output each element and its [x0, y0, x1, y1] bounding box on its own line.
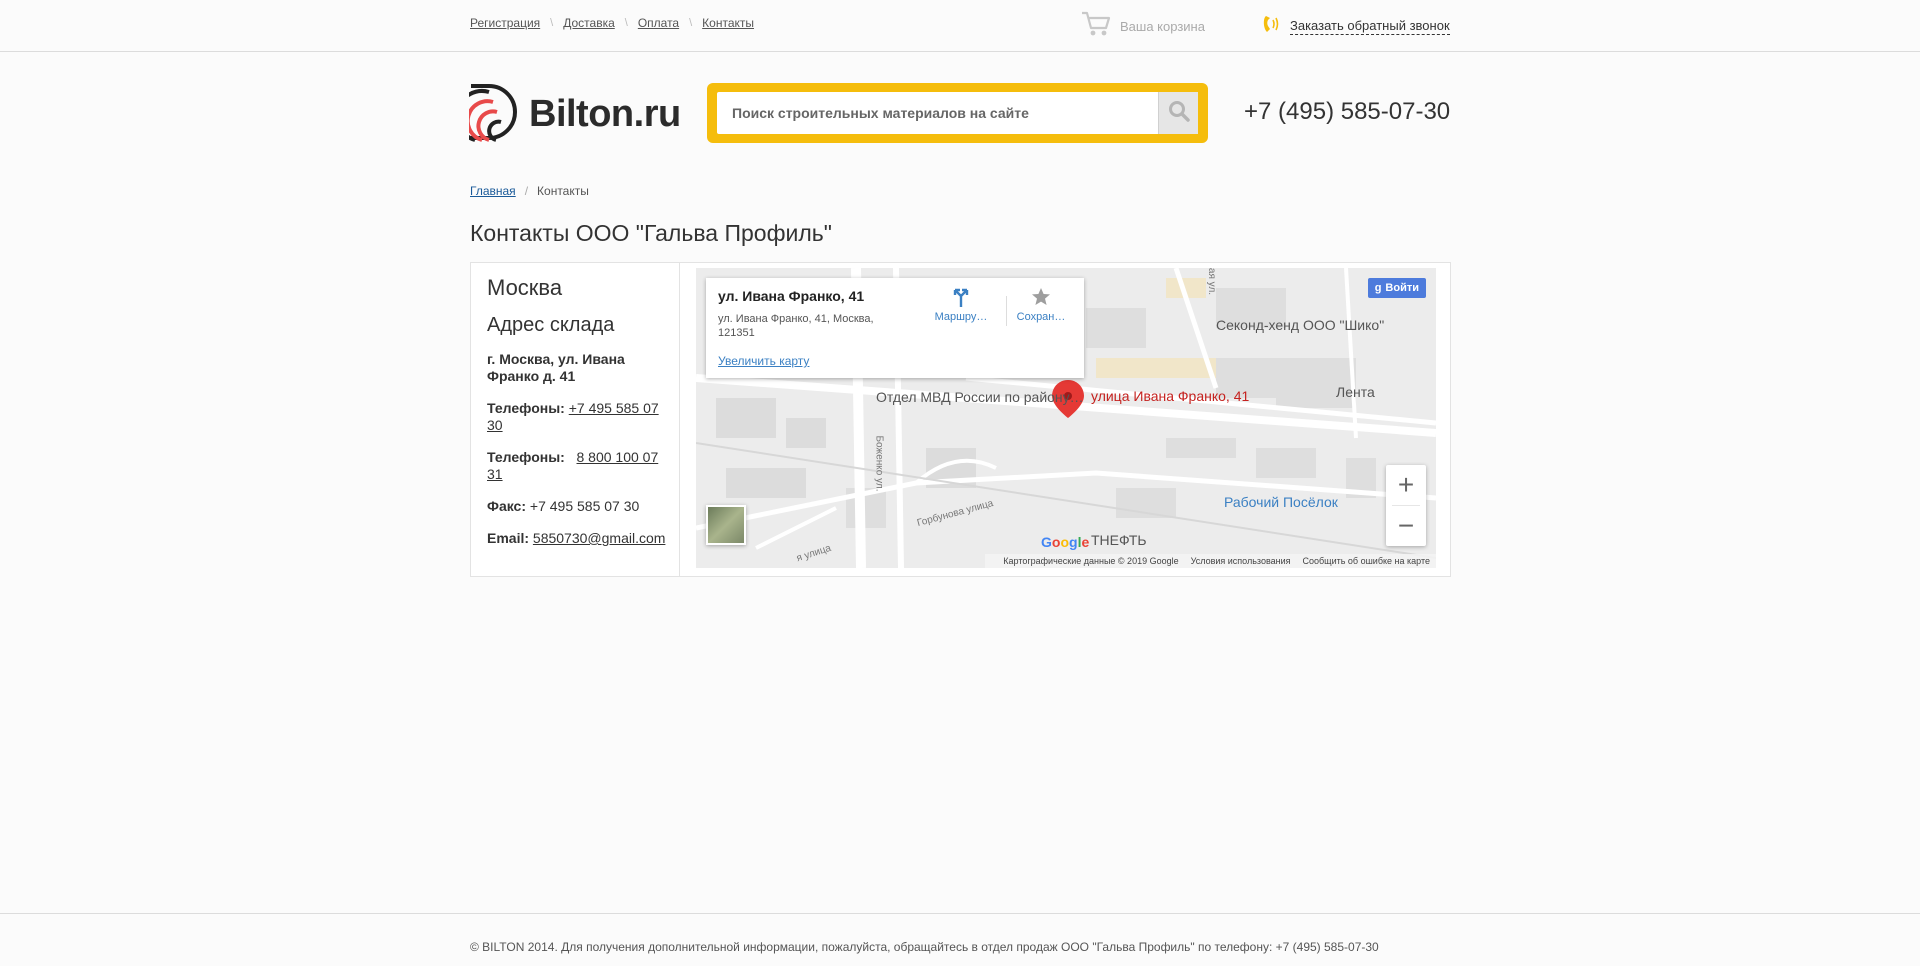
- city-heading: Москва: [487, 275, 563, 300]
- warehouse-address: г. Москва, ул. Ивана Франко д. 41: [487, 351, 625, 384]
- map-poi-lenta: Лента: [1336, 384, 1375, 400]
- fax-label: Факс:: [487, 498, 527, 514]
- map-save-label: Сохран…: [1016, 311, 1066, 323]
- map-marker-label: улица Ивана Франко, 41: [1091, 388, 1250, 404]
- directions-icon: [951, 288, 971, 311]
- cart-icon: [1080, 10, 1112, 43]
- google-g-icon: g: [1374, 282, 1382, 294]
- map-poi-station: Рабочий Посёлок: [1224, 494, 1338, 510]
- google-logo: Google: [1041, 534, 1090, 550]
- zoom-out-button[interactable]: −: [1386, 506, 1426, 546]
- email-row: Email: 5850730@gmail.com: [487, 530, 672, 547]
- phone-label: Телефоны:: [487, 449, 565, 465]
- nav-separator: \: [689, 17, 693, 29]
- map-route-label: Маршру…: [934, 311, 988, 323]
- map-card-address: ул. Ивана Франко, 41, Москва, 121351: [718, 313, 874, 339]
- logo-text: Bilton.ru: [529, 93, 681, 135]
- search-field-container: [717, 92, 1198, 134]
- contacts-panel: Москва Адрес склада г. Москва, ул. Ивана…: [470, 262, 1451, 577]
- map-save-button[interactable]: Сохран…: [1011, 286, 1071, 323]
- phone-label: Телефоны:: [487, 400, 565, 416]
- top-nav: Регистрация \ Доставка \ Оплата \ Контак…: [470, 16, 754, 30]
- callback-link[interactable]: Заказать обратный звонок: [1262, 14, 1450, 39]
- map-poi-mvd: Отдел МВД России по району…: [876, 389, 1084, 405]
- warehouse-heading: Адрес склада: [487, 314, 615, 336]
- phone-row-1: Телефоны: +7 495 585 07 30: [487, 400, 672, 434]
- star-icon: [1031, 288, 1051, 311]
- logo-icon: [455, 82, 521, 147]
- footer-text: © BILTON 2014. Для получения дополнитель…: [470, 940, 1379, 954]
- page-title: Контакты ООО "Гальва Профиль": [470, 220, 832, 246]
- contacts-info: Москва Адрес склада г. Москва, ул. Ивана…: [471, 263, 680, 576]
- search-icon: [1168, 100, 1190, 127]
- nav-link-contacts[interactable]: Контакты: [702, 16, 754, 30]
- cart-link[interactable]: Ваша корзина: [1080, 10, 1205, 43]
- cart-label: Ваша корзина: [1120, 19, 1205, 34]
- nav-link-delivery[interactable]: Доставка: [563, 16, 615, 30]
- map-report-link[interactable]: Сообщить об ошибке на карте: [1303, 556, 1430, 566]
- map-poi-theft: ТНЕФТЬ: [1091, 532, 1147, 548]
- fax-row: Факс: +7 495 585 07 30: [487, 498, 672, 515]
- callback-label: Заказать обратный звонок: [1290, 18, 1450, 35]
- fax-value: +7 495 585 07 30: [529, 498, 640, 514]
- google-map[interactable]: ая ул. Секонд-хенд ООО "Шико" Лента улиц…: [696, 268, 1436, 568]
- map-signin-button[interactable]: g Войти: [1367, 278, 1426, 298]
- header-phone: +7 (495) 585-07-30: [1244, 98, 1451, 125]
- breadcrumb-current: Контакты: [537, 184, 589, 198]
- map-attribution: Картографические данные © 2019 Google Ус…: [985, 554, 1436, 568]
- breadcrumb-separator: /: [524, 184, 529, 198]
- site-logo[interactable]: Bilton.ru: [455, 82, 681, 147]
- email-link[interactable]: 5850730@gmail.com: [533, 530, 666, 546]
- zoom-in-button[interactable]: +: [1386, 465, 1426, 505]
- map-route-button[interactable]: Маршру…: [931, 286, 991, 323]
- map-street-label: Боженко ул.: [873, 435, 885, 492]
- phone-call-icon: [1262, 14, 1280, 39]
- email-label: Email:: [487, 530, 530, 546]
- nav-separator: \: [624, 17, 628, 29]
- map-info-card: ул. Ивана Франко, 41 ул. Ивана Франко, 4…: [706, 278, 1084, 378]
- nav-link-payment[interactable]: Оплата: [638, 16, 679, 30]
- search-button[interactable]: [1158, 92, 1198, 134]
- top-bar: Регистрация \ Доставка \ Оплата \ Контак…: [0, 0, 1920, 52]
- map-terms-link[interactable]: Условия использования: [1191, 556, 1291, 566]
- phone-row-2: Телефоны: 8 800 100 07 31: [487, 449, 672, 483]
- map-card-divider: [1006, 296, 1007, 326]
- search-box: [707, 83, 1208, 143]
- breadcrumb: Главная / Контакты: [470, 184, 589, 198]
- nav-link-registration[interactable]: Регистрация: [470, 16, 540, 30]
- nav-separator: \: [550, 17, 554, 29]
- satellite-toggle[interactable]: [706, 505, 746, 545]
- map-poi-shop: Секонд-хенд ООО "Шико": [1216, 317, 1385, 333]
- map-zoom-controls: + −: [1386, 465, 1426, 546]
- map-data-credit: Картографические данные © 2019 Google: [1003, 556, 1179, 566]
- map-signin-label: Войти: [1385, 282, 1419, 294]
- map-enlarge-link[interactable]: Увеличить карту: [718, 354, 809, 368]
- map-street-label: ая ул.: [1206, 268, 1218, 296]
- breadcrumb-home[interactable]: Главная: [470, 184, 516, 198]
- footer: © BILTON 2014. Для получения дополнитель…: [0, 913, 1920, 966]
- search-input[interactable]: [717, 92, 1158, 134]
